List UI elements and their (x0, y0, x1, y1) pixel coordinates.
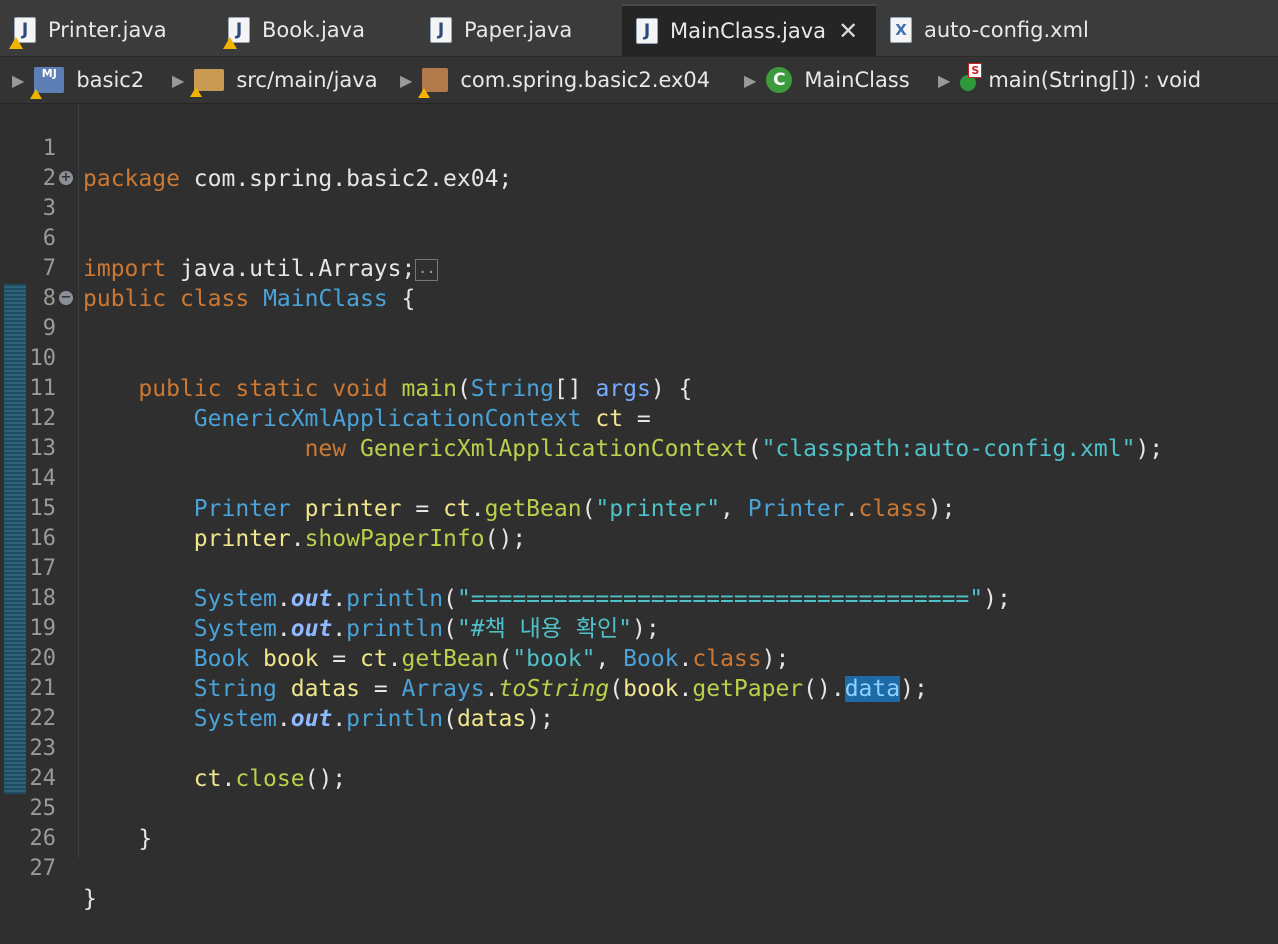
code-line: 12 new GenericXmlApplicationContext("cla… (0, 374, 1278, 462)
tab-auto-config-xml[interactable]: X auto-config.xml (890, 4, 1120, 56)
package-icon (418, 68, 449, 98)
warning-icon (190, 87, 203, 97)
code-line: 27 } (0, 824, 1278, 912)
code-line: 8 (0, 254, 1278, 311)
breadcrumb-label: MainClass (804, 68, 910, 92)
chevron-right-icon: ▶ (12, 70, 25, 90)
close-icon[interactable]: ✕ (838, 19, 858, 43)
code-line: 10 (0, 314, 1278, 371)
warning-icon (418, 88, 431, 98)
xml-file-icon: X (890, 17, 912, 43)
warning-icon (9, 37, 23, 49)
chevron-right-icon: ▶ (744, 70, 757, 90)
warning-icon (223, 37, 237, 49)
line-number: 27 (29, 856, 57, 881)
code-line: 9 − public static void main(String[] arg… (0, 284, 1278, 403)
class-icon: C (766, 67, 793, 93)
code-line: 11 GenericXmlApplicationContext ct = (0, 344, 1278, 432)
java-file-icon: J (636, 18, 658, 44)
tab-printer-java[interactable]: J Printer.java (9, 4, 214, 56)
warning-icon (30, 89, 43, 99)
code-line: 19 Book book = ct.getBean("book", Book.c… (0, 584, 1278, 672)
tab-mainclass-java[interactable]: J MainClass.java ✕ (622, 4, 876, 56)
code-line: 26 (0, 794, 1278, 851)
java-file-icon: J (9, 17, 36, 49)
tab-label: Book.java (262, 18, 365, 42)
code-line: 23 ct.close(); (0, 704, 1278, 792)
code-line: 6 (0, 194, 1278, 251)
java-file-icon: J (223, 17, 250, 49)
chevron-right-icon: ▶ (172, 70, 185, 90)
breadcrumb-label: com.spring.basic2.ex04 (460, 68, 711, 92)
code-line: 16 (0, 494, 1278, 551)
editor-tab-bar: J Printer.java J Book.java J Paper.java … (0, 0, 1278, 57)
chevron-right-icon: ▶ (938, 70, 951, 90)
tab-label: Paper.java (464, 18, 573, 42)
breadcrumb-item-method[interactable]: ▶ S main(String[]) : void (938, 57, 1201, 103)
tab-label: auto-config.xml (924, 18, 1089, 42)
collapse-fold-icon[interactable]: − (59, 291, 73, 305)
project-icon: MJ (30, 67, 65, 99)
code-line: 24 (0, 734, 1278, 791)
breadcrumb-item-project[interactable]: ▶ MJ basic2 (12, 57, 144, 103)
tab-label: Printer.java (48, 18, 167, 42)
code-line: 7 public class MainClass { (0, 224, 1278, 312)
breadcrumb-label: main(String[]) : void (988, 68, 1202, 92)
tab-book-java[interactable]: J Book.java (223, 4, 408, 56)
breadcrumb-label: src/main/java (236, 68, 378, 92)
code-line: 15 printer.showPaperInfo(); (0, 464, 1278, 552)
code-line: 21 System.out.println(datas); (0, 644, 1278, 732)
tab-paper-java[interactable]: J Paper.java (430, 4, 610, 56)
code-line: 20 String datas = Arrays.toString(book.g… (0, 614, 1278, 702)
tab-label: MainClass.java (670, 19, 827, 43)
breadcrumb-item-package[interactable]: ▶ com.spring.basic2.ex04 (400, 57, 710, 103)
code-line: 1 package com.spring.basic2.ex04; (0, 104, 1278, 192)
code-line: 18 System.out.println("#책 내용 확인"); (0, 554, 1278, 642)
code-line: 14 Printer printer = ct.getBean("printer… (0, 434, 1278, 522)
java-file-icon: J (430, 17, 452, 43)
code-line: 13 (0, 404, 1278, 461)
code-line: 22 (0, 674, 1278, 731)
code-line: 17 System.out.println("=================… (0, 524, 1278, 612)
chevron-right-icon: ▶ (400, 70, 413, 90)
breadcrumb: ▶ MJ basic2 ▶ src/main/java ▶ com.spring… (0, 57, 1278, 104)
breadcrumb-item-source-folder[interactable]: ▶ src/main/java (172, 57, 378, 103)
expand-fold-icon[interactable]: + (59, 171, 73, 185)
breadcrumb-item-class[interactable]: ▶ C MainClass (744, 57, 910, 103)
source-folder-icon (190, 69, 225, 97)
code-line: 3 + import java.util.Arrays;.. (0, 164, 1278, 282)
code-line: 2 (0, 134, 1278, 191)
method-icon: S (960, 63, 983, 91)
breadcrumb-label: basic2 (76, 68, 145, 92)
code-editor[interactable]: 1 package com.spring.basic2.ex04; 2 3 + … (0, 104, 1278, 912)
code-line: 25 } (0, 764, 1278, 852)
